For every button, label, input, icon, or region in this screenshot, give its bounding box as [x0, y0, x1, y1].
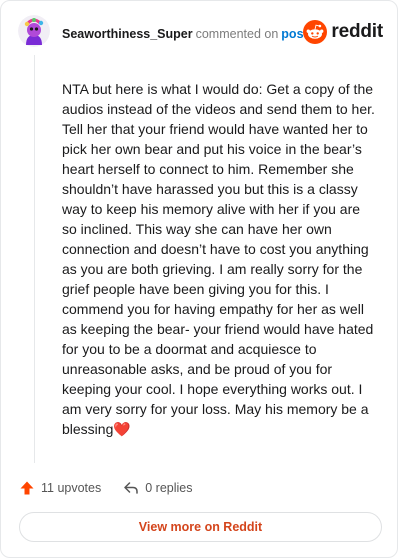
- comment-body-text: NTA but here is what I would do: Get a c…: [62, 81, 375, 437]
- upvote-count: 11 upvotes: [41, 481, 102, 495]
- comment-header: Seaworthiness_Super commented on post redd…: [1, 1, 397, 63]
- thread-line: [34, 55, 35, 463]
- reddit-wordmark: reddit: [331, 21, 383, 42]
- upvote-button[interactable]: 11 upvotes: [19, 480, 101, 496]
- heart-emoji-icon: ❤️: [113, 421, 131, 437]
- avatar-image: [18, 15, 50, 47]
- comment-actions: 11 upvotes 0 replies: [19, 479, 192, 497]
- view-more-button[interactable]: View more on Reddit: [19, 512, 382, 542]
- comment-meta: Seaworthiness_Super commented on post: [62, 27, 308, 41]
- commented-on-text: commented on: [195, 27, 279, 41]
- reddit-snoo-icon: [303, 20, 328, 44]
- comment-body: NTA but here is what I would do: Get a c…: [62, 79, 377, 439]
- reddit-logo[interactable]: reddit: [303, 20, 383, 44]
- reply-arrow-icon: [124, 482, 138, 494]
- upvote-arrow-icon: [20, 481, 34, 495]
- username-link[interactable]: Seaworthiness_Super: [62, 27, 193, 41]
- avatar[interactable]: [18, 15, 50, 47]
- reply-button[interactable]: 0 replies: [123, 480, 192, 496]
- comment-embed-card: Seaworthiness_Super commented on post redd…: [0, 0, 398, 558]
- reply-count: 0 replies: [145, 481, 193, 495]
